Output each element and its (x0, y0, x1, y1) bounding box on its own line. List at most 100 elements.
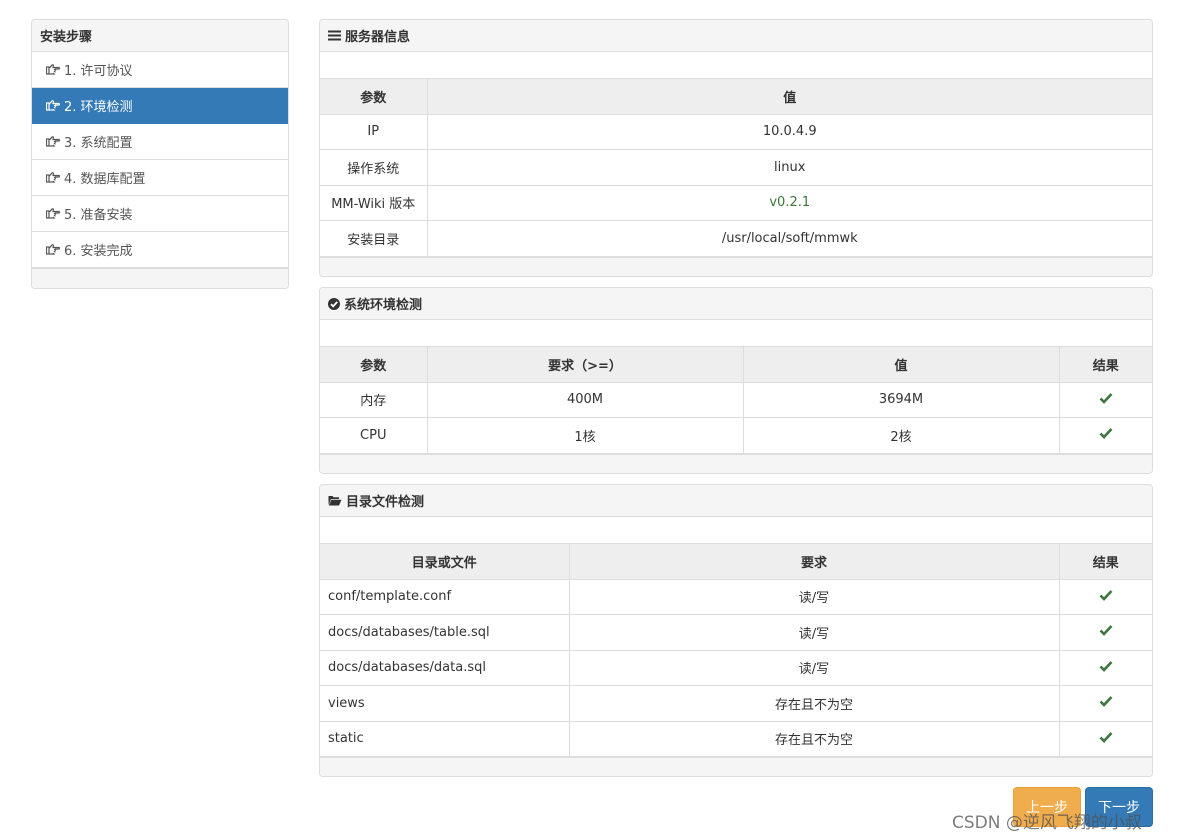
install-steps-panel: 安装步骤 1. 许可协议 2. 环境检测 3. 系统配置 4. 数据库配置 5.… (31, 19, 289, 289)
checkmark-icon (1099, 428, 1113, 443)
table-row: static 存在且不为空 (320, 721, 1152, 757)
table-row: docs/databases/data.sql 读/写 (320, 650, 1152, 686)
hand-point-right-icon (46, 172, 61, 183)
csdn-watermark: CSDN @逆风飞翔的小叔 (952, 813, 1142, 833)
step-database-config[interactable]: 4. 数据库配置 (32, 160, 288, 196)
result-cell (1059, 382, 1152, 418)
table-row: IP 10.0.4.9 (320, 114, 1152, 150)
hand-point-right-icon (46, 244, 61, 255)
server-info-footer (320, 256, 1152, 276)
require-cell: 400M (427, 382, 744, 418)
checkmark-icon (1099, 589, 1113, 605)
step-prepare-install-label: 5. 准备安装 (64, 208, 133, 223)
step-install-complete-label: 6. 安装完成 (64, 244, 133, 259)
step-license[interactable]: 1. 许可协议 (32, 52, 288, 88)
col-result: 结果 (1059, 543, 1152, 580)
require-cell: 存在且不为空 (569, 721, 1060, 757)
panel-spacer (320, 320, 1152, 346)
require-cell: 1核 (427, 417, 744, 454)
param-cell: 操作系统 (320, 149, 428, 186)
col-require: 要求（>=） (427, 346, 744, 383)
table-row: docs/databases/table.sql 读/写 (320, 614, 1152, 651)
server-info-heading: 服务器信息 (320, 20, 1152, 52)
param-cell: CPU (320, 417, 428, 454)
table-row: 操作系统 linux (320, 149, 1152, 186)
checkmark-icon (1099, 731, 1113, 747)
step-env-check-label: 2. 环境检测 (64, 100, 133, 115)
value-cell: linux (427, 149, 1152, 186)
file-check-heading: 目录文件检测 (320, 485, 1152, 517)
folder-open-icon (328, 495, 342, 506)
path-cell: views (320, 685, 570, 722)
value-cell: 10.0.4.9 (427, 114, 1152, 150)
step-system-config[interactable]: 3. 系统配置 (32, 124, 288, 160)
path-cell: docs/databases/data.sql (320, 650, 570, 686)
file-check-panel: 目录文件检测 目录或文件 要求 结果 conf/template.conf 读/… (319, 484, 1153, 777)
server-info-table: 参数 值 IP 10.0.4.9 操作系统 linux MM-Wiki 版本 v… (320, 78, 1152, 257)
install-steps-title: 安装步骤 (32, 20, 288, 52)
path-cell: static (320, 721, 570, 757)
checkmark-icon (1099, 696, 1113, 711)
col-path: 目录或文件 (320, 543, 570, 580)
result-cell (1059, 417, 1152, 454)
file-check-title: 目录文件检测 (346, 495, 425, 510)
env-check-title: 系统环境检测 (344, 298, 423, 313)
value-cell: 3694M (743, 382, 1060, 418)
table-row: 安装目录 /usr/local/soft/mmwk (320, 220, 1152, 257)
step-prepare-install[interactable]: 5. 准备安装 (32, 196, 288, 232)
file-check-table: 目录或文件 要求 结果 conf/template.conf 读/写 docs/… (320, 543, 1152, 757)
require-cell: 读/写 (569, 614, 1060, 651)
install-steps-footer (32, 268, 288, 288)
value-cell: 2核 (743, 417, 1060, 454)
panel-spacer (320, 517, 1152, 543)
env-check-table: 参数 要求（>=） 值 结果 内存 400M 3694M CPU 1核 2核 (320, 346, 1152, 454)
value-cell: /usr/local/soft/mmwk (427, 220, 1152, 257)
env-check-heading: 系统环境检测 (320, 288, 1152, 320)
col-value: 值 (743, 346, 1060, 383)
param-cell: 安装目录 (320, 220, 428, 257)
result-cell (1059, 685, 1152, 722)
checkmark-icon (1099, 660, 1113, 676)
param-cell: IP (320, 114, 428, 150)
path-cell: docs/databases/table.sql (320, 614, 570, 651)
table-row: 内存 400M 3694M (320, 382, 1152, 418)
result-cell (1059, 650, 1152, 686)
path-cell: conf/template.conf (320, 579, 570, 615)
checkmark-icon (1099, 392, 1113, 408)
server-info-panel: 服务器信息 参数 值 IP 10.0.4.9 操作系统 linux MM-Wik… (319, 19, 1153, 277)
checkmark-icon (1099, 625, 1113, 640)
step-install-complete[interactable]: 6. 安装完成 (32, 232, 288, 268)
step-database-config-label: 4. 数据库配置 (64, 172, 146, 187)
env-check-panel: 系统环境检测 参数 要求（>=） 值 结果 内存 400M 3694M CPU … (319, 287, 1153, 474)
table-row: CPU 1核 2核 (320, 417, 1152, 454)
col-param: 参数 (320, 346, 428, 383)
env-check-footer (320, 453, 1152, 473)
result-cell (1059, 614, 1152, 651)
file-check-footer (320, 757, 1152, 776)
col-require: 要求 (569, 543, 1060, 580)
col-result: 结果 (1059, 346, 1152, 383)
table-row: views 存在且不为空 (320, 685, 1152, 722)
table-row: conf/template.conf 读/写 (320, 579, 1152, 615)
require-cell: 读/写 (569, 650, 1060, 686)
check-circle-icon (328, 297, 340, 310)
hand-point-right-icon (46, 136, 61, 147)
col-param: 参数 (320, 78, 428, 115)
hand-point-right-icon (46, 64, 61, 75)
version-value-cell: v0.2.1 (427, 185, 1152, 221)
panel-spacer (320, 52, 1152, 78)
server-info-title: 服务器信息 (345, 30, 411, 45)
col-value: 值 (427, 78, 1152, 115)
result-cell (1059, 721, 1152, 757)
require-cell: 存在且不为空 (569, 685, 1060, 722)
step-system-config-label: 3. 系统配置 (64, 136, 133, 151)
param-cell: MM-Wiki 版本 (320, 185, 428, 221)
table-row: MM-Wiki 版本 v0.2.1 (320, 185, 1152, 221)
step-license-label: 1. 许可协议 (64, 64, 133, 79)
step-env-check[interactable]: 2. 环境检测 (32, 88, 288, 124)
hand-point-right-icon (46, 100, 61, 111)
param-cell: 内存 (320, 382, 428, 418)
hand-point-right-icon (46, 208, 61, 219)
require-cell: 读/写 (569, 579, 1060, 615)
result-cell (1059, 579, 1152, 615)
